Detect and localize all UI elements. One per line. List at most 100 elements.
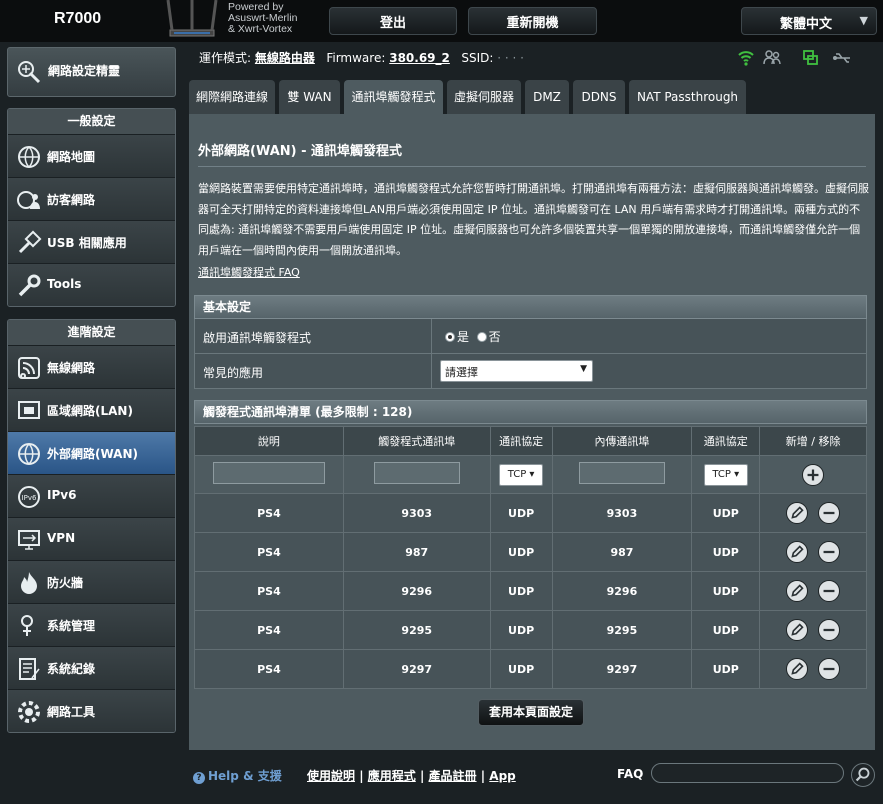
footer-links: 使用說明 | 應用程式 | 產品註冊 | App [307,769,516,783]
reboot-button[interactable]: 重新開機 [468,7,597,35]
logout-button[interactable]: 登出 [329,7,457,35]
sidebar-item-network-tools[interactable]: 網路工具 [8,689,175,732]
language-select[interactable]: 繁體中文 ▼ [741,7,877,35]
edit-pencil-icon[interactable] [786,619,809,641]
tab-dual-wan[interactable]: 雙 WAN [279,80,340,114]
tab-nat-passthrough[interactable]: NAT Passthrough [629,80,746,114]
apply-button[interactable]: 套用本頁面設定 [478,699,584,726]
operation-mode-link[interactable]: 無線路由器 [255,51,315,65]
edit-pencil-icon[interactable] [786,502,809,524]
row-description: PS4 [194,649,344,689]
firmware-link[interactable]: 380.69_2 [389,51,450,65]
row-description: PS4 [194,610,344,650]
usb-status-icon [833,53,850,63]
row-incoming-port: 987 [551,532,693,572]
new-incoming-proto-cell: TCP ▾ [691,455,761,494]
enable-yes-radio[interactable] [445,332,455,342]
tab-virtual-server[interactable]: 虛擬伺服器 [447,80,521,114]
sidebar-item-ipv6[interactable]: IPv6 IPv6 [8,474,175,517]
new-incoming-port-cell [551,455,693,494]
remove-icon[interactable] [818,502,841,524]
powered-by-text: Powered by Asuswrt-Merlin & Xwrt-Vortex [228,2,297,35]
column-header-add-delete: 新增 / 移除 [759,426,867,456]
manual-link[interactable]: 使用說明 [307,769,355,783]
guest-network-icon [17,191,40,209]
row-incoming-port: 9296 [551,571,693,611]
lan-icon [18,401,40,419]
page-description: 當網路裝置需要使用特定通訊埠時，通訊埠觸發程式允許您暫時打開通訊埠。打開通訊埠有… [198,182,869,257]
product-registration-link[interactable]: 產品註冊 [429,769,477,783]
edit-pencil-icon[interactable] [786,580,809,602]
clients-icon [763,50,781,65]
sidebar-item-label: VPN [47,531,76,545]
sidebar-item-vpn[interactable]: VPN [8,517,175,560]
sidebar-item-label: 網路地圖 [47,150,96,164]
remove-icon[interactable] [818,619,841,641]
edit-pencil-icon[interactable] [786,541,809,563]
sidebar-item-network-map[interactable]: 網路地圖 [8,134,175,177]
general-settings-group: 一般設定 網路地圖 訪客網路 USB 相關應用 Tools [7,108,176,307]
new-description-input[interactable] [212,462,325,484]
well-known-apps-label: 常見的應用 [203,366,264,380]
edit-pencil-icon[interactable] [786,658,809,680]
sidebar-item-system-log[interactable]: 系統紀錄 [8,646,175,689]
remove-icon[interactable] [818,658,841,680]
column-header-description: 說明 [194,426,344,456]
table-row: PS4 9295 UDP 9295 UDP [194,610,867,650]
new-incoming-protocol-select[interactable]: TCP ▾ [703,463,748,486]
row-description: PS4 [194,493,344,533]
new-incoming-port-input[interactable] [578,462,665,484]
usb-icon [18,230,42,254]
top-bar: R7000 Powered by Asuswrt-Merlin & Xwrt-V… [0,0,883,42]
title-divider [198,166,866,167]
sidebar-item-wan[interactable]: 外部網路(WAN) [8,431,175,474]
sidebar-item-wireless[interactable]: 無線網路 [8,345,175,388]
row-trigger-protocol: UDP [489,532,553,572]
row-incoming-protocol: UDP [691,649,761,689]
remove-icon[interactable] [818,580,841,602]
trigger-protocol-value: TCP [507,468,527,480]
search-icon[interactable] [851,763,875,787]
help-support[interactable]: ? Help & 支援 [193,767,282,784]
sidebar-item-usb[interactable]: USB 相關應用 [8,220,175,263]
general-settings-header: 一般設定 [8,109,175,134]
faq-search-input[interactable] [651,763,844,783]
chevron-down-icon: ▼ [580,364,587,374]
tab-port-trigger[interactable]: 通訊埠觸發程式 [344,80,443,114]
row-trigger-port: 987 [342,532,491,572]
add-icon[interactable] [802,463,825,486]
main-panel: 外部網路(WAN) - 通訊埠觸發程式 當網路裝置需要使用特定通訊埠時，通訊埠觸… [189,114,875,750]
chevron-down-icon: ▼ [859,14,868,27]
enable-no-radio[interactable] [476,332,487,342]
row-incoming-port: 9303 [551,493,693,533]
remove-icon[interactable] [818,541,841,563]
qis-label: 網路設定精靈 [48,64,121,78]
sidebar-item-tools[interactable]: Tools [8,263,175,306]
help-label: Help & 支援 [208,769,282,783]
enable-radio-group: 是 否 [445,328,501,345]
chevron-down-icon: ▾ [734,468,740,480]
administration-icon [21,615,33,636]
utility-link[interactable]: 應用程式 [368,769,416,783]
trigger-port-table: 說明 觸發程式通訊埠 通訊協定 內傳通訊埠 通訊協定 新增 / 移除 TCP ▾… [194,426,867,689]
app-link[interactable]: App [489,769,515,783]
new-trigger-port-input[interactable] [373,462,460,484]
quick-internet-setup-button[interactable]: 網路設定精靈 [7,47,176,97]
row-actions [759,532,867,572]
new-trigger-protocol-select[interactable]: TCP ▾ [499,463,544,486]
sidebar-item-administration[interactable]: 系統管理 [8,603,175,646]
sidebar-item-lan[interactable]: 區域網路(LAN) [8,388,175,431]
system-log-icon [19,658,40,680]
powered-line-3: & Xwrt-Vortex [228,23,293,35]
tab-ddns[interactable]: DDNS [573,80,625,114]
port-trigger-faq-link[interactable]: 通訊埠觸發程式 FAQ [198,264,300,280]
tab-dmz[interactable]: DMZ [525,80,569,114]
well-known-apps-select[interactable]: 請選擇 ▼ [440,360,593,382]
tab-internet-connection[interactable]: 網際網路連線 [189,80,275,114]
row-divider [431,319,432,353]
sidebar-item-guest-network[interactable]: 訪客網路 [8,177,175,220]
row-trigger-protocol: UDP [489,493,553,533]
sidebar-item-firewall[interactable]: 防火牆 [8,560,175,603]
sidebar-item-label: 區域網路(LAN) [47,404,133,418]
wifi-status-icon [738,51,754,66]
